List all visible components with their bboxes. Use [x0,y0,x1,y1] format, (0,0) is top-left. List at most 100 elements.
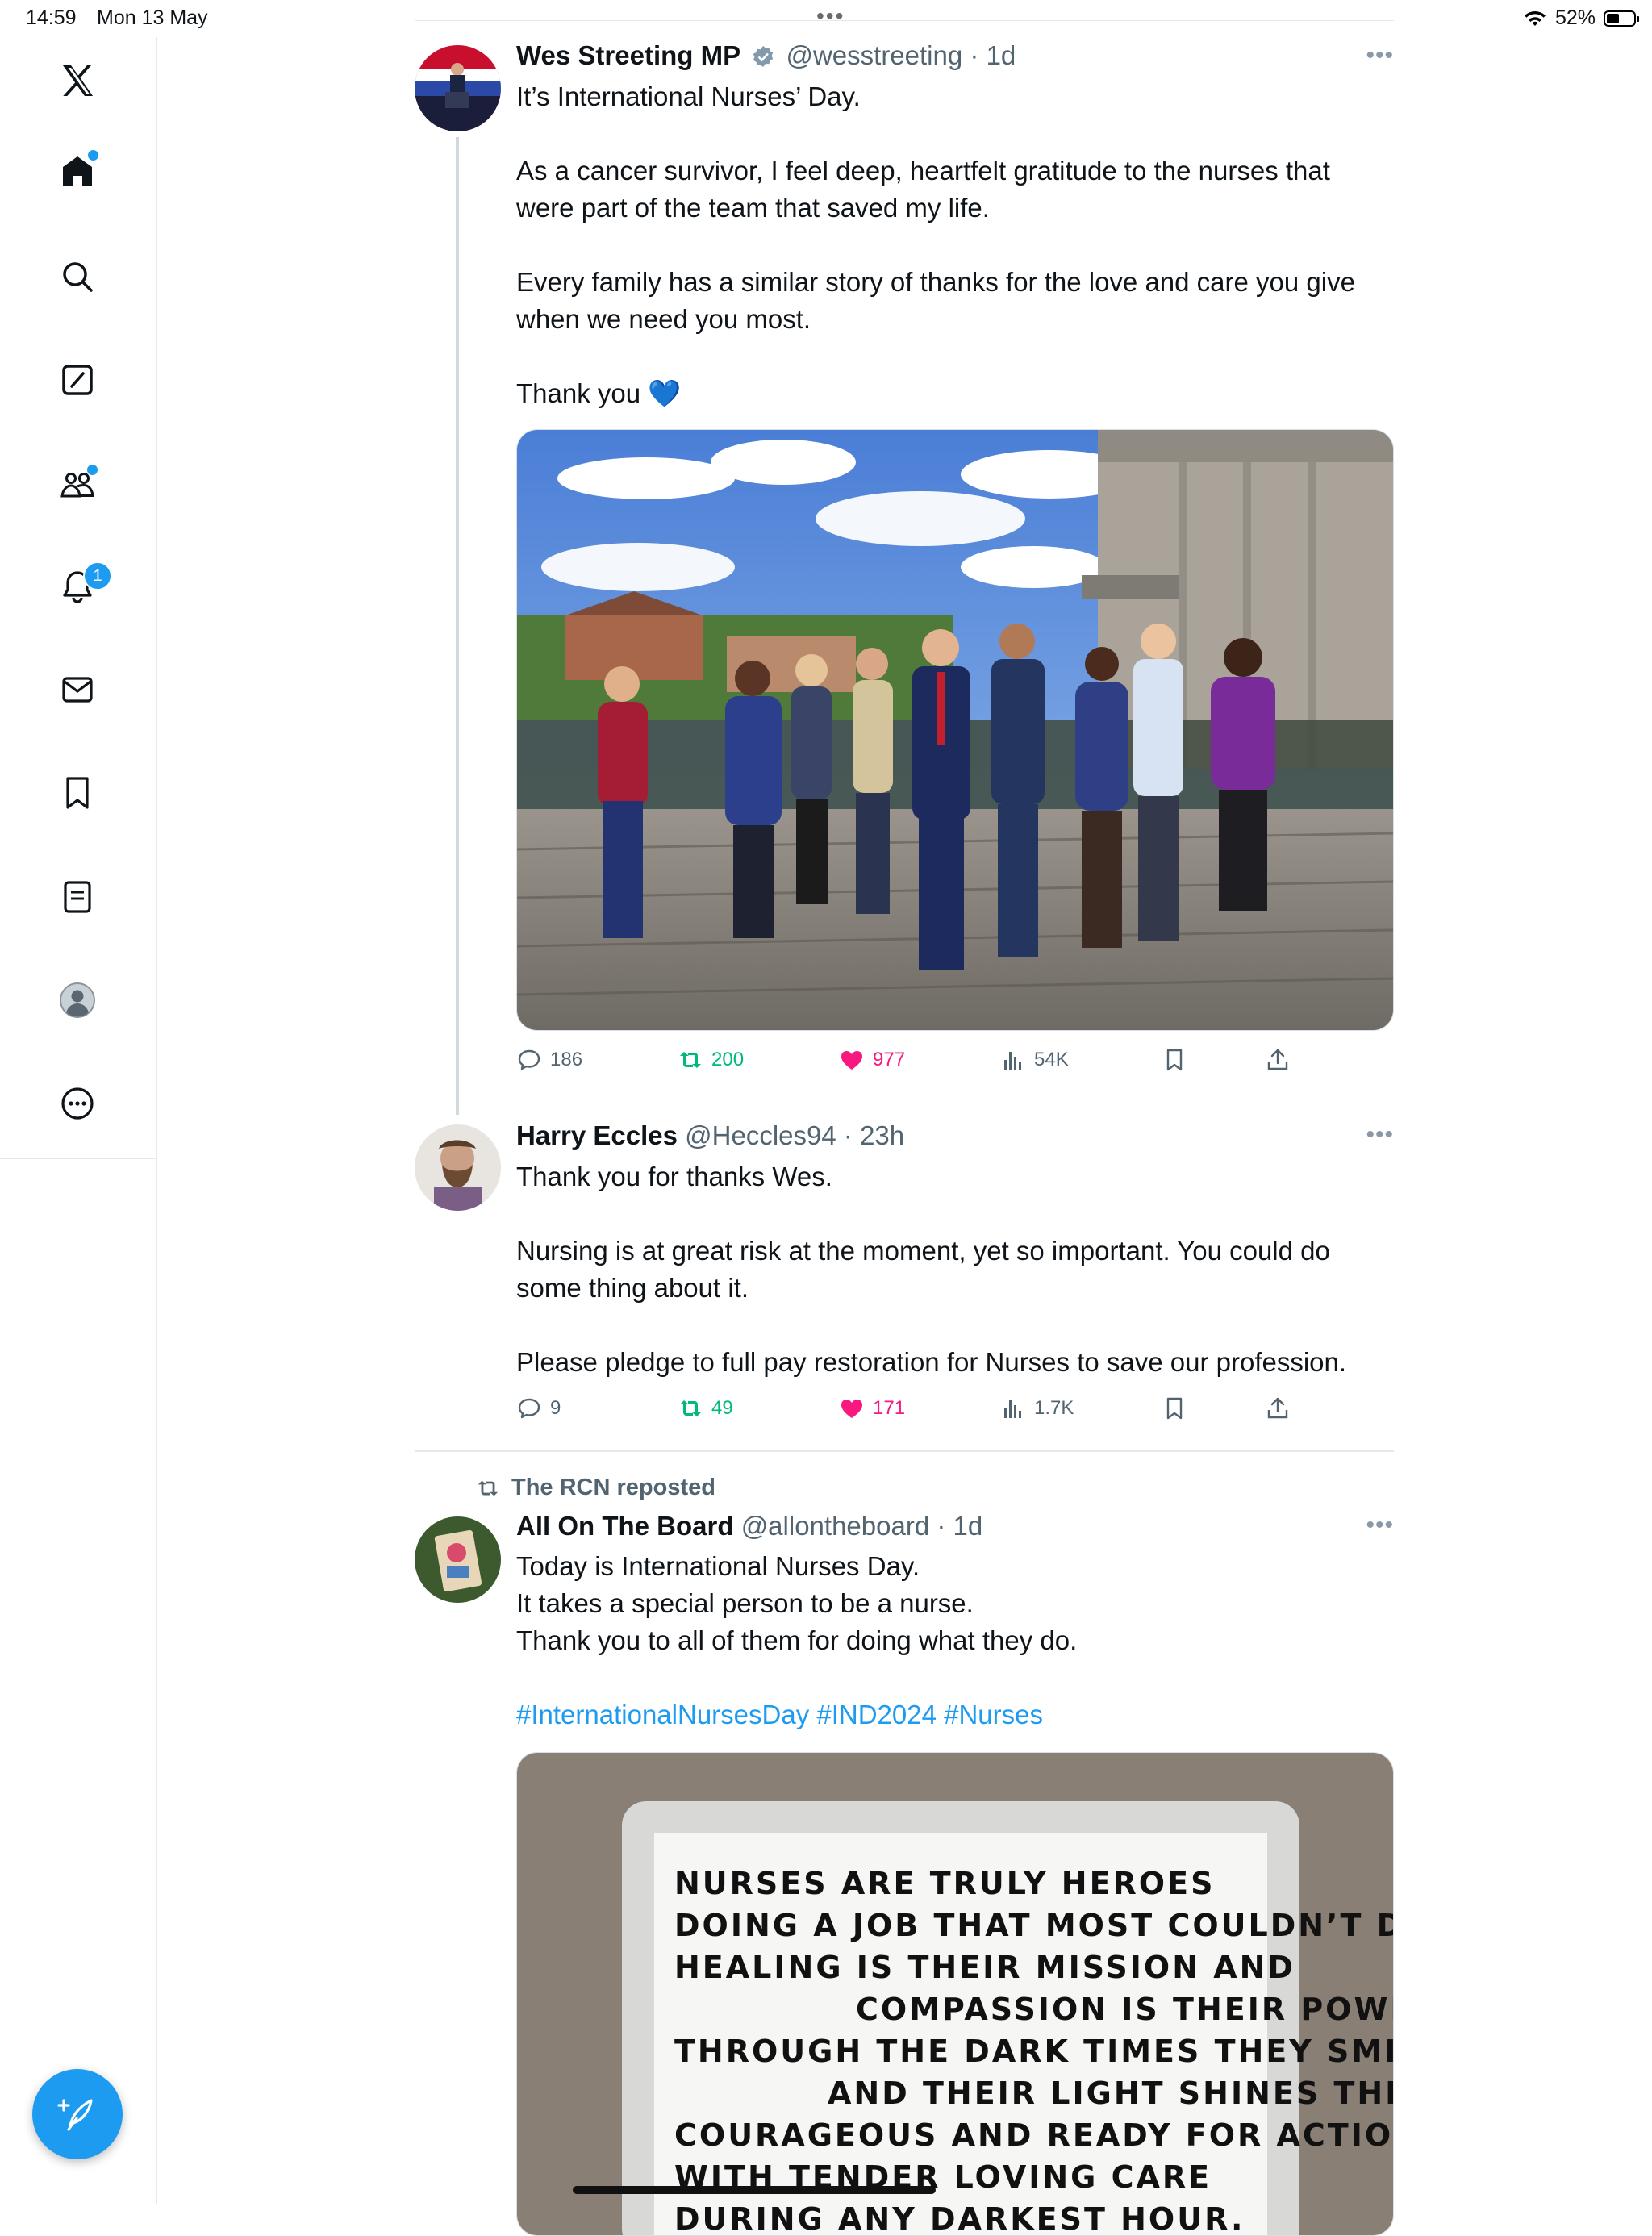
post-time[interactable]: 1d [987,40,1016,70]
notifications-badge: 1 [83,561,112,590]
bookmark-icon [66,777,89,809]
more-options-icon[interactable]: ••• [1366,1121,1394,1149]
avatar[interactable] [415,45,501,131]
sidebar-item-lists[interactable] [49,869,106,925]
post-paragraph: Thank you to all of them for doing what … [516,1625,1078,1655]
post-photo[interactable]: NURSES ARE TRULY HEROES DOING A JOB THAT … [516,1752,1394,2236]
like-count: 977 [873,1049,906,1070]
compose-button[interactable] [32,2069,123,2159]
author-name[interactable]: Wes Streeting MP [516,40,740,70]
whiteboard-line: COMPASSION IS THEIR POWER; [856,1992,1394,2027]
repost-count: 49 [711,1397,733,1419]
sidebar-item-explore[interactable] [49,248,106,305]
status-time: 14:59 [26,6,77,29]
battery-percent: 52% [1554,6,1596,29]
home-new-dot [88,150,98,161]
sidebar-nav: 1 [0,37,156,1159]
share-button[interactable] [1265,1395,1291,1421]
views-button[interactable]: 1.7K [1000,1395,1074,1421]
post-photo[interactable] [516,429,1394,1031]
post-actions: 9 49 171 1.7K [516,1395,1323,1428]
separator: · [937,1511,946,1541]
sidebar-item-messages[interactable] [49,661,106,718]
sidebar-item-profile[interactable] [49,972,106,1028]
avatar[interactable] [415,1124,501,1211]
whiteboard-line: DURING ANY DARKEST HOUR. [674,2201,1245,2236]
sidebar-item-notifications[interactable]: 1 [49,558,112,615]
author-name[interactable]: All On The Board [516,1511,734,1541]
sidebar-item-home[interactable] [49,143,106,199]
post-paragraph: Every family has a similar story of than… [516,267,1355,334]
search-icon [63,262,93,292]
status-right: 52% [1523,6,1639,30]
communities-new-dot [87,465,98,475]
like-count: 171 [873,1397,906,1419]
post-paragraph: Please pledge to full pay restoration fo… [516,1347,1347,1377]
like-button[interactable]: 977 [839,1047,905,1073]
views-button[interactable]: 54K [1000,1047,1069,1073]
sidebar-item-more[interactable] [49,1075,106,1132]
reply-icon [518,1398,540,1419]
timeline: Wes Streeting MP @wesstreeting · 1d ••• … [415,0,1394,2236]
author-handle[interactable]: @Heccles94 [685,1120,836,1150]
wifi-icon [1524,10,1546,26]
repost-button[interactable]: 200 [678,1047,744,1073]
reply-count: 186 [550,1049,583,1070]
reply-count: 9 [550,1397,561,1419]
status-date: Mon 13 May [97,6,208,29]
post-divider [415,1450,1394,1452]
author-handle[interactable]: @allontheboard [741,1511,930,1541]
more-options-icon[interactable]: ••• [1366,42,1394,69]
post-hashtags[interactable]: #InternationalNursesDay #IND2024 #Nurses [516,1696,1387,1733]
verified-badge-icon [753,46,774,67]
post-header: Harry Eccles @Heccles94 · 23h [516,1120,904,1151]
post-text: Thank you for thanks Wes. Nursing is at … [516,1158,1387,1381]
repost-icon [478,1480,499,1496]
whiteboard-line: HEALING IS THEIR MISSION AND [674,1950,1295,1985]
list-icon [64,881,91,913]
bookmark-icon [1166,1049,1183,1071]
separator: · [970,40,979,70]
reply-button[interactable]: 186 [516,1047,582,1073]
reply-icon [518,1049,540,1070]
avatar-icon [60,982,95,1018]
author-name[interactable]: Harry Eccles [516,1120,678,1150]
heart-filled-icon [841,1051,862,1070]
home-indicator[interactable] [573,2186,936,2194]
grok-icon [62,365,93,395]
post-paragraph: It takes a special person to be a nurse. [516,1588,974,1618]
bookmark-button[interactable] [1162,1395,1187,1421]
repost-count: 200 [711,1049,745,1070]
share-button[interactable] [1265,1047,1291,1073]
views-chart-icon [1004,1052,1021,1070]
post-paragraph: Thank you 💙 [516,378,682,408]
sidebar-item-grok[interactable] [49,352,106,408]
more-options-icon[interactable]: ••• [1366,1512,1394,1539]
bookmark-icon [1166,1397,1183,1420]
post-paragraph: Thank you for thanks Wes. [516,1162,832,1191]
whiteboard-line: THROUGH THE DARK TIMES THEY SMILE [674,2034,1394,2069]
x-logo-icon[interactable] [49,52,106,109]
post-paragraph: As a cancer survivor, I feel deep, heart… [516,156,1330,223]
author-handle[interactable]: @wesstreeting [786,40,962,70]
avatar[interactable] [415,1516,501,1603]
whiteboard-line: NURSES ARE TRULY HEROES [674,1866,1215,1901]
sidebar-item-communities[interactable] [49,455,106,511]
more-circle-icon [61,1087,94,1120]
top-divider [415,20,1394,21]
post-time[interactable]: 1d [953,1511,983,1541]
repost-label[interactable]: The RCN reposted [476,1475,715,1501]
repost-button[interactable]: 49 [678,1395,733,1421]
thread-line [456,137,459,1115]
like-button[interactable]: 171 [839,1395,905,1421]
repost-icon [680,1400,701,1416]
post-text: Today is International Nurses Day. It ta… [516,1548,1387,1733]
post-time[interactable]: 23h [860,1120,904,1150]
bookmark-button[interactable] [1162,1047,1187,1073]
sidebar: 1 [0,37,157,2204]
views-chart-icon [1004,1400,1021,1418]
share-icon [1267,1049,1288,1070]
post-paragraph: Today is International Nurses Day. [516,1551,920,1581]
sidebar-item-bookmarks[interactable] [49,765,106,821]
reply-button[interactable]: 9 [516,1395,561,1421]
